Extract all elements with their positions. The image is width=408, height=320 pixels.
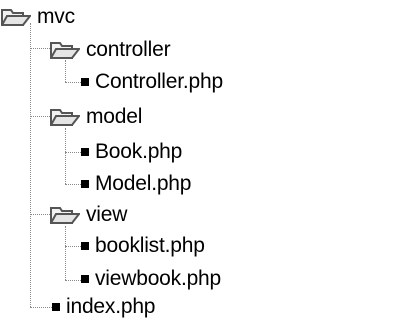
file-tree: mvc controller Controller.php model Book… <box>0 0 408 320</box>
tree-folder-view[interactable]: view <box>50 202 127 228</box>
tree-file-controller-php[interactable]: Controller.php <box>81 69 223 95</box>
file-icon <box>81 148 89 156</box>
folder-label: model <box>86 105 143 128</box>
tree-connector <box>30 307 52 308</box>
tree-connector <box>30 48 50 49</box>
open-folder-icon <box>1 9 31 26</box>
tree-file-index-php[interactable]: index.php <box>52 294 155 320</box>
file-label: viewbook.php <box>95 267 222 290</box>
tree-folder-model[interactable]: model <box>50 104 142 130</box>
file-icon <box>81 180 89 188</box>
folder-label: controller <box>86 38 171 61</box>
tree-connector <box>65 246 81 247</box>
tree-connector <box>30 214 50 215</box>
folder-label: view <box>86 203 128 226</box>
file-label: Book.php <box>95 140 183 163</box>
file-label: booklist.php <box>95 234 205 257</box>
open-folder-icon <box>50 109 80 126</box>
open-folder-icon <box>50 207 80 224</box>
file-icon <box>81 275 89 283</box>
tree-file-booklist-php[interactable]: booklist.php <box>81 233 205 259</box>
tree-connector <box>65 82 81 83</box>
file-label: Model.php <box>95 172 192 195</box>
tree-connector <box>65 60 66 82</box>
folder-label: mvc <box>37 5 75 28</box>
tree-connector <box>65 152 81 153</box>
file-icon <box>81 78 89 86</box>
tree-file-viewbook-php[interactable]: viewbook.php <box>81 266 221 292</box>
tree-connector <box>30 23 31 307</box>
tree-connector <box>65 184 81 185</box>
tree-folder-mvc[interactable]: mvc <box>1 4 75 30</box>
file-icon <box>81 242 89 250</box>
file-label: index.php <box>66 295 156 318</box>
tree-connector <box>65 226 66 280</box>
tree-folder-controller[interactable]: controller <box>50 37 171 63</box>
tree-file-book-php[interactable]: Book.php <box>81 139 182 165</box>
tree-connector <box>30 116 50 117</box>
tree-connector <box>65 280 81 281</box>
tree-connector <box>65 128 66 184</box>
open-folder-icon <box>50 42 80 59</box>
file-label: Controller.php <box>95 70 223 93</box>
tree-file-model-php[interactable]: Model.php <box>81 171 191 197</box>
file-icon <box>52 303 60 311</box>
